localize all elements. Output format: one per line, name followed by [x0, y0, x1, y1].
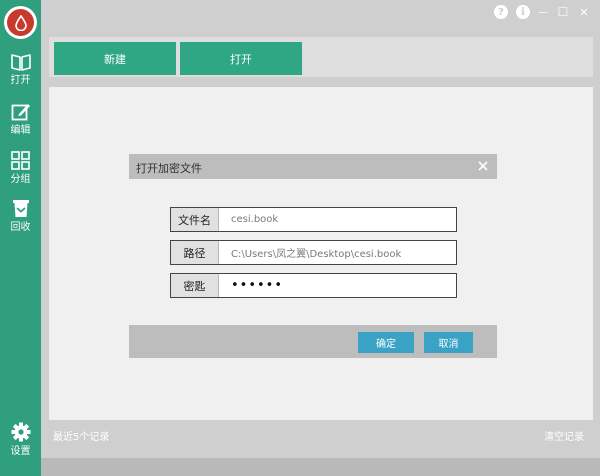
- main-panel: 打开加密文件 文件名 路径 密匙 确定 取消 最近5个记录 清空记录: [49, 87, 593, 443]
- dialog-header: 打开加密文件: [129, 154, 497, 179]
- title-bar: ? i — ☐ ✕: [41, 0, 600, 25]
- edit-icon: [11, 102, 31, 121]
- minimize-button[interactable]: —: [536, 5, 550, 19]
- dialog-title: 打开加密文件: [136, 162, 202, 175]
- confirm-button[interactable]: 确定: [358, 332, 414, 353]
- password-label: 密匙: [171, 274, 219, 297]
- close-icon[interactable]: [475, 158, 491, 174]
- path-input[interactable]: [220, 241, 456, 264]
- filename-field: 文件名: [170, 207, 457, 232]
- sidebar-item-edit[interactable]: 编辑: [0, 102, 41, 144]
- sidebar-item-settings[interactable]: 设置: [0, 422, 41, 464]
- help-icon[interactable]: ?: [494, 5, 508, 19]
- clear-records-link[interactable]: 清空记录: [544, 428, 584, 443]
- new-button[interactable]: 新建: [54, 42, 176, 75]
- grid-icon: [11, 151, 30, 170]
- filename-label: 文件名: [171, 208, 219, 231]
- maximize-button[interactable]: ☐: [556, 5, 570, 19]
- password-field: 密匙: [170, 273, 457, 298]
- water-drop-icon: [7, 9, 34, 36]
- sidebar-item-label: 设置: [10, 446, 31, 457]
- open-book-icon: [10, 53, 31, 71]
- toolbar: 新建 打开: [49, 37, 593, 77]
- recent-records-label: 最近5个记录: [53, 432, 110, 443]
- path-label: 路径: [171, 241, 219, 264]
- close-button[interactable]: ✕: [577, 5, 591, 19]
- sidebar-item-label: 编辑: [10, 125, 31, 136]
- open-button[interactable]: 打开: [180, 42, 302, 75]
- gear-icon: [11, 422, 31, 442]
- cancel-button[interactable]: 取消: [424, 332, 473, 353]
- dialog-footer: 确定 取消: [129, 325, 497, 358]
- path-field: 路径: [170, 240, 457, 265]
- sidebar-item-label: 分组: [10, 174, 31, 185]
- trash-icon: [12, 199, 30, 218]
- password-input[interactable]: [220, 274, 456, 297]
- sidebar-item-label: 打开: [10, 75, 31, 86]
- status-bar: [41, 458, 600, 476]
- info-icon[interactable]: i: [516, 5, 530, 19]
- filename-input[interactable]: [220, 208, 456, 231]
- sidebar-item-group[interactable]: 分组: [0, 151, 41, 193]
- sidebar-item-recycle[interactable]: 回收: [0, 199, 41, 241]
- sidebar-item-label: 回收: [10, 222, 31, 233]
- app-logo: [4, 6, 37, 39]
- sidebar-item-open[interactable]: 打开: [0, 53, 41, 95]
- sidebar: 打开 编辑 分组 回收 设置: [0, 0, 41, 476]
